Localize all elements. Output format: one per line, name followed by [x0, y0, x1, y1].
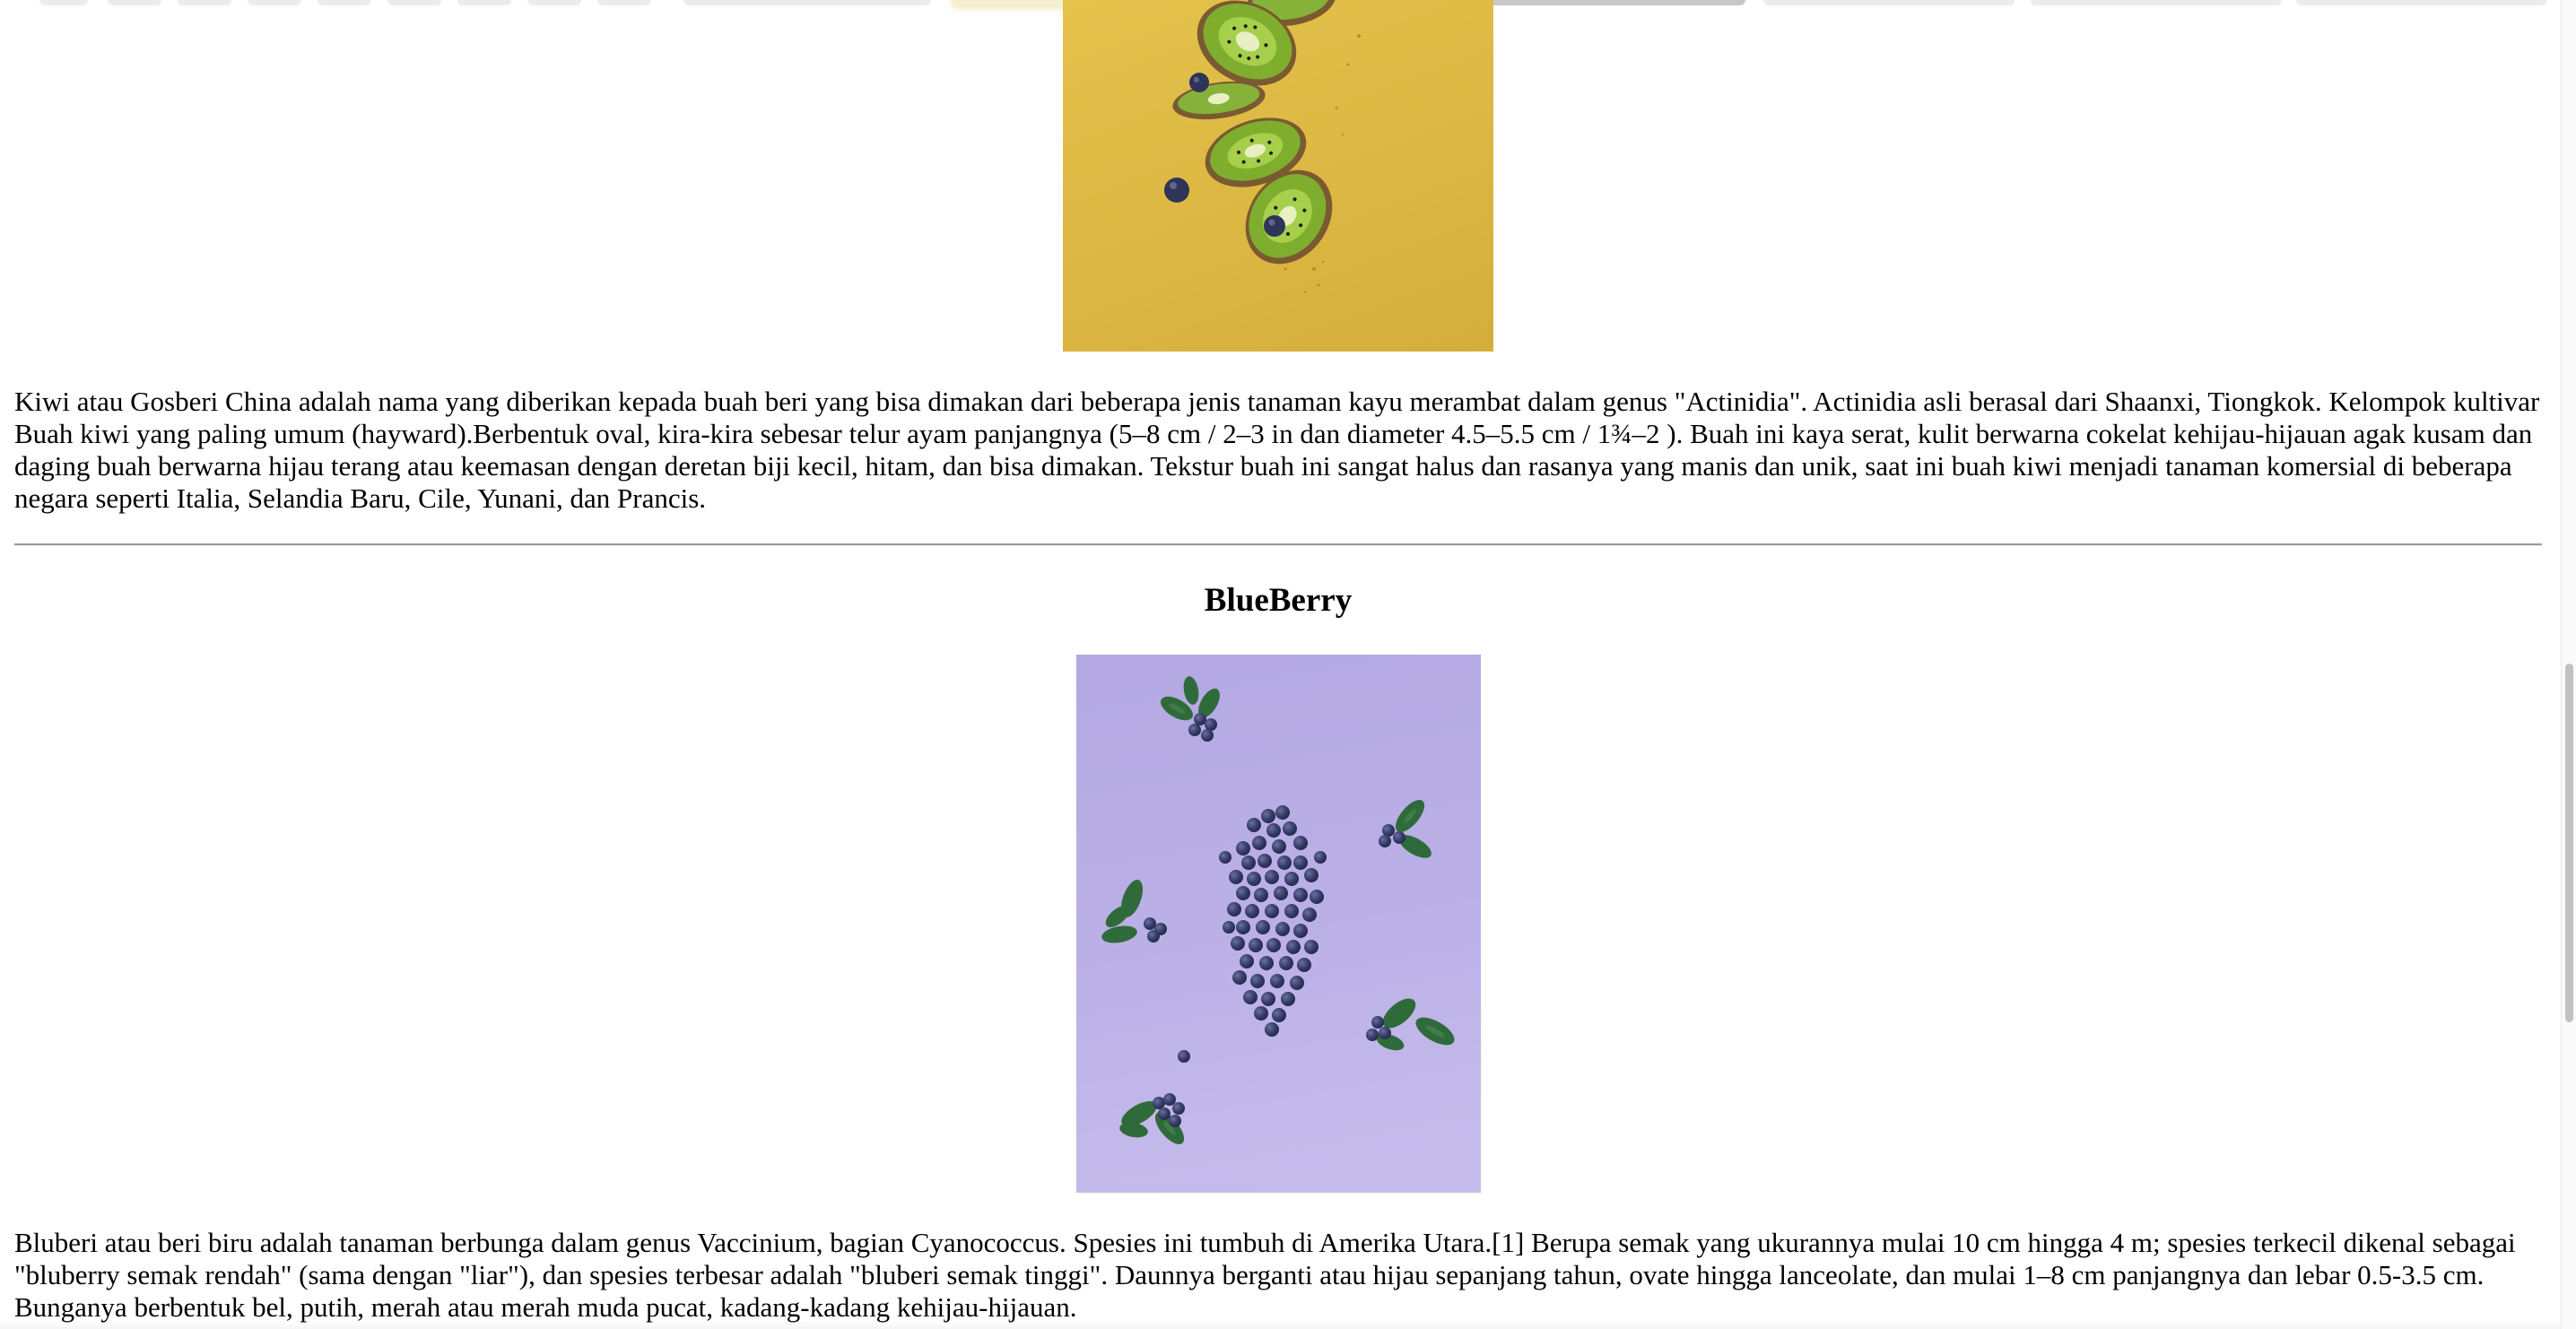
scrollbar-thumb[interactable]	[2565, 664, 2573, 1022]
kiwi-image	[1063, 0, 1493, 352]
page-content: Kiwi atau Gosberi China adalah nama yang…	[0, 0, 2562, 1329]
viewport-bottom-shade	[0, 1320, 2562, 1329]
horizontal-rule	[14, 543, 2542, 546]
blueberry-image	[1076, 655, 1481, 1193]
blueberry-description: Bluberi atau beri biru adalah tanaman be…	[14, 1227, 2516, 1323]
blueberry-illustration	[1101, 676, 1455, 1145]
kiwi-illustration	[1164, 0, 1361, 294]
kiwi-description: Kiwi atau Gosberi China adalah nama yang…	[14, 386, 2540, 514]
blueberry-heading: BlueBerry	[1204, 582, 1353, 619]
vertical-scrollbar[interactable]	[2561, 0, 2576, 1329]
